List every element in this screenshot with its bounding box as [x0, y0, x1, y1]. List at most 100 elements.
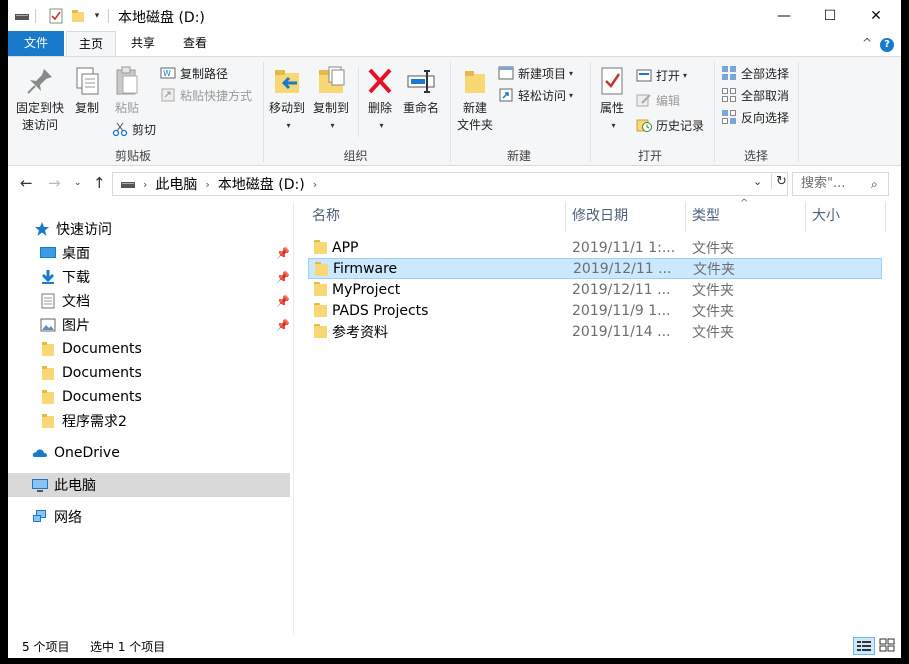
nav-quick-access-label: 快速访问 — [56, 222, 112, 238]
column-separator[interactable] — [565, 202, 566, 232]
selected-count: 选中 1 个项目 — [90, 640, 166, 654]
sort-ascending-icon: ^ — [740, 198, 749, 209]
nav-item-folder[interactable]: 程序需求2 — [8, 409, 290, 433]
folder-icon — [40, 341, 56, 357]
file-row[interactable]: 参考资料 2019/11/14 ... 文件夹 — [308, 321, 882, 342]
open-group-label: 打开 — [637, 149, 662, 163]
copy-to-button[interactable]: 复制到 ▾ — [310, 65, 352, 134]
folder-icon — [314, 282, 327, 296]
copy-button[interactable]: 复制 — [70, 65, 104, 117]
column-separator[interactable] — [885, 202, 886, 232]
cut-label: 剪切 — [132, 122, 157, 137]
file-row[interactable]: MyProject 2019/12/11 ... 文件夹 — [308, 279, 882, 300]
edit-button[interactable]: 编辑 — [636, 90, 680, 110]
forward-arrow-icon[interactable]: → — [48, 174, 61, 192]
nav-item-folder[interactable]: Documents — [8, 361, 290, 385]
large-icons-view-icon[interactable] — [877, 637, 899, 655]
properties-icon[interactable] — [48, 0, 64, 31]
nav-this-pc[interactable]: 此电脑 — [8, 473, 290, 497]
tab-home[interactable]: 主页 — [66, 31, 116, 57]
recent-locations-chevron-icon[interactable]: ⌄ — [74, 178, 82, 188]
column-header-modified[interactable]: 修改日期 — [568, 202, 686, 232]
nav-quick-access[interactable]: 快速访问 — [8, 217, 290, 241]
pin-icon: 📌 — [276, 318, 290, 332]
address-dropdown-icon[interactable]: ⌄ — [753, 175, 762, 188]
tab-view[interactable]: 查看 — [172, 31, 218, 56]
file-name: MyProject — [332, 281, 401, 298]
document-icon — [40, 293, 56, 309]
quick-access-dropdown-icon[interactable]: ▾ — [90, 0, 104, 31]
nav-item-downloads[interactable]: 下载 📌 — [8, 265, 290, 289]
pin-icon: 📌 — [276, 270, 290, 284]
back-arrow-icon[interactable]: ← — [20, 174, 33, 192]
properties-button[interactable]: 属性 ▾ — [594, 65, 630, 134]
delete-button[interactable]: 删除 ▾ — [364, 65, 396, 134]
copy-label: 复制 — [74, 101, 99, 115]
open-button[interactable]: 打开 ▾ — [636, 65, 687, 85]
star-icon — [34, 221, 50, 237]
paste-label: 粘贴 — [114, 101, 139, 115]
file-row[interactable]: APP 2019/11/1 1:... 文件夹 — [308, 237, 882, 258]
nav-item-folder[interactable]: Documents — [8, 337, 290, 361]
nav-item-label: 程序需求2 — [62, 414, 127, 430]
file-row[interactable]: PADS Projects 2019/11/9 1... 文件夹 — [308, 300, 882, 321]
nav-item-documents[interactable]: 文档 📌 — [8, 289, 290, 313]
tab-file[interactable]: 文件 — [8, 31, 64, 56]
help-icon[interactable]: ? — [880, 38, 894, 52]
network-icon — [32, 509, 48, 525]
nav-item-pictures[interactable]: 图片 📌 — [8, 313, 290, 337]
rename-button[interactable]: 重命名 — [400, 65, 442, 117]
nav-item-folder[interactable]: Documents — [8, 385, 290, 409]
column-header-size[interactable]: 大小 — [808, 202, 886, 232]
select-all-button[interactable]: 全部选择 — [721, 63, 789, 83]
breadcrumb-drive-d[interactable]: 本地磁盘 (D:) — [218, 174, 305, 194]
select-none-icon — [721, 87, 737, 103]
drive-icon[interactable] — [14, 0, 30, 31]
new-item-button[interactable]: 新建项目 ▾ — [498, 63, 573, 83]
column-separator[interactable] — [805, 202, 806, 232]
new-folder-button[interactable]: 新建 文件夹 — [454, 65, 496, 134]
select-none-button[interactable]: 全部取消 — [721, 85, 789, 105]
paste-button[interactable]: 粘贴 — [110, 65, 144, 117]
invert-selection-button[interactable]: 反向选择 — [721, 107, 789, 127]
new-folder-icon[interactable] — [70, 0, 86, 31]
paste-icon — [111, 65, 143, 97]
pictures-icon — [40, 317, 56, 333]
address-bar[interactable]: › 此电脑 › 本地磁盘 (D:) › ⌄ ↻ — [112, 172, 788, 196]
delete-label: 删除 — [367, 101, 392, 115]
maximize-button[interactable]: ☐ — [807, 0, 853, 31]
search-input[interactable]: 搜索"... ⌕ — [792, 172, 889, 196]
close-button[interactable]: ✕ — [853, 0, 899, 31]
new-folder-label-2: 文件夹 — [456, 118, 493, 132]
file-name: 参考资料 — [332, 324, 388, 341]
history-button[interactable]: 历史记录 — [636, 115, 704, 135]
ribbon-collapse-icon[interactable]: ^ — [862, 36, 872, 50]
column-header-name[interactable]: 名称 — [308, 202, 568, 232]
minimize-button[interactable]: — — [761, 0, 807, 31]
nav-onedrive-label: OneDrive — [54, 445, 120, 461]
pin-quick-access-button[interactable]: 固定到快 速访问 — [12, 65, 68, 134]
breadcrumb-separator-icon: › — [312, 177, 318, 191]
up-arrow-icon[interactable]: ↑ — [93, 174, 106, 192]
column-separator[interactable] — [685, 202, 686, 232]
copy-path-button[interactable]: W 复制路径 — [160, 63, 228, 83]
paste-shortcut-button[interactable]: 粘贴快捷方式 — [160, 85, 252, 105]
tab-share[interactable]: 共享 — [120, 31, 166, 56]
move-to-button[interactable]: 移动到 ▾ — [266, 65, 308, 134]
open-icon — [636, 67, 652, 83]
nav-network[interactable]: 网络 — [8, 505, 290, 529]
file-row-selected[interactable]: Firmware 2019/12/11 ... 文件夹 — [308, 258, 882, 279]
details-view-icon[interactable] — [853, 637, 875, 655]
cut-button[interactable]: 剪切 — [112, 119, 156, 139]
nav-onedrive[interactable]: OneDrive — [8, 441, 290, 465]
properties-label: 属性 — [599, 101, 624, 115]
breadcrumb-this-pc[interactable]: 此电脑 — [155, 174, 197, 194]
pin-icon: 📌 — [276, 246, 290, 260]
pin-quick-access-label-1: 固定到快 — [15, 101, 64, 115]
refresh-icon[interactable]: ↻ — [771, 174, 787, 189]
nav-item-desktop[interactable]: 桌面 📌 — [8, 241, 290, 265]
file-type: 文件夹 — [692, 324, 734, 341]
file-date: 2019/11/1 1:... — [572, 239, 676, 256]
easy-access-button[interactable]: 轻松访问 ▾ — [498, 85, 573, 105]
properties-icon — [596, 65, 628, 97]
